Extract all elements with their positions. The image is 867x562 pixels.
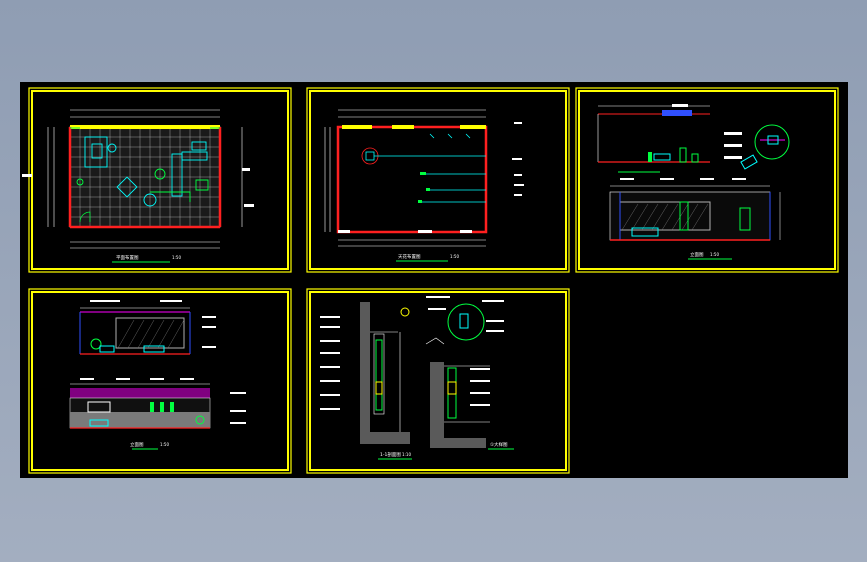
cad-modelspace[interactable]: 平面布置图 1:50 天花布置图 1:50 立面图 1:50 立面图 1:50 … bbox=[20, 82, 848, 478]
sheet-5-title: 1-1剖面图 bbox=[380, 451, 401, 458]
detail-1 bbox=[425, 296, 504, 448]
ceiling-light-strip-2 bbox=[392, 125, 414, 129]
sheet-2[interactable]: 天花布置图 1:50 bbox=[306, 87, 570, 273]
sheet-5-scale: 1:10 bbox=[402, 452, 411, 457]
elevation-c bbox=[69, 378, 246, 429]
section-1-1 bbox=[320, 302, 410, 444]
sheet-5-detail-title: ①大样图 bbox=[490, 441, 508, 448]
elevation-lower bbox=[609, 178, 781, 241]
sheet-4-scale: 1:50 bbox=[160, 442, 169, 447]
ceiling-light-strip-3 bbox=[460, 125, 486, 129]
sheet-2-callouts bbox=[512, 122, 524, 196]
sheet-4-title: 立面图 bbox=[130, 441, 144, 448]
elevation-b bbox=[79, 300, 216, 355]
ceiling-light-strip bbox=[342, 125, 372, 129]
sheet-3-title: 立面图 bbox=[690, 251, 704, 258]
sheet-1-title: 平面布置图 bbox=[116, 254, 139, 261]
drawing-canvas[interactable]: 平面布置图 1:50 天花布置图 1:50 立面图 1:50 立面图 1:50 … bbox=[20, 82, 848, 478]
sheet-1-scale: 1:50 bbox=[172, 255, 181, 260]
sheet-2-scale: 1:50 bbox=[450, 254, 459, 259]
sheet-5[interactable]: 1-1剖面图 1:10 ①大样图 bbox=[306, 288, 570, 474]
sheet-1[interactable]: 平面布置图 1:50 bbox=[22, 87, 292, 273]
sheet-4[interactable]: 立面图 1:50 bbox=[28, 288, 292, 474]
sheet-2-title: 天花布置图 bbox=[398, 253, 421, 260]
ceiling-outline bbox=[336, 125, 488, 234]
elevation-upper bbox=[597, 104, 790, 173]
sheet-3[interactable]: 立面图 1:50 bbox=[575, 87, 839, 273]
sheet-3-scale: 1:50 bbox=[710, 252, 719, 257]
